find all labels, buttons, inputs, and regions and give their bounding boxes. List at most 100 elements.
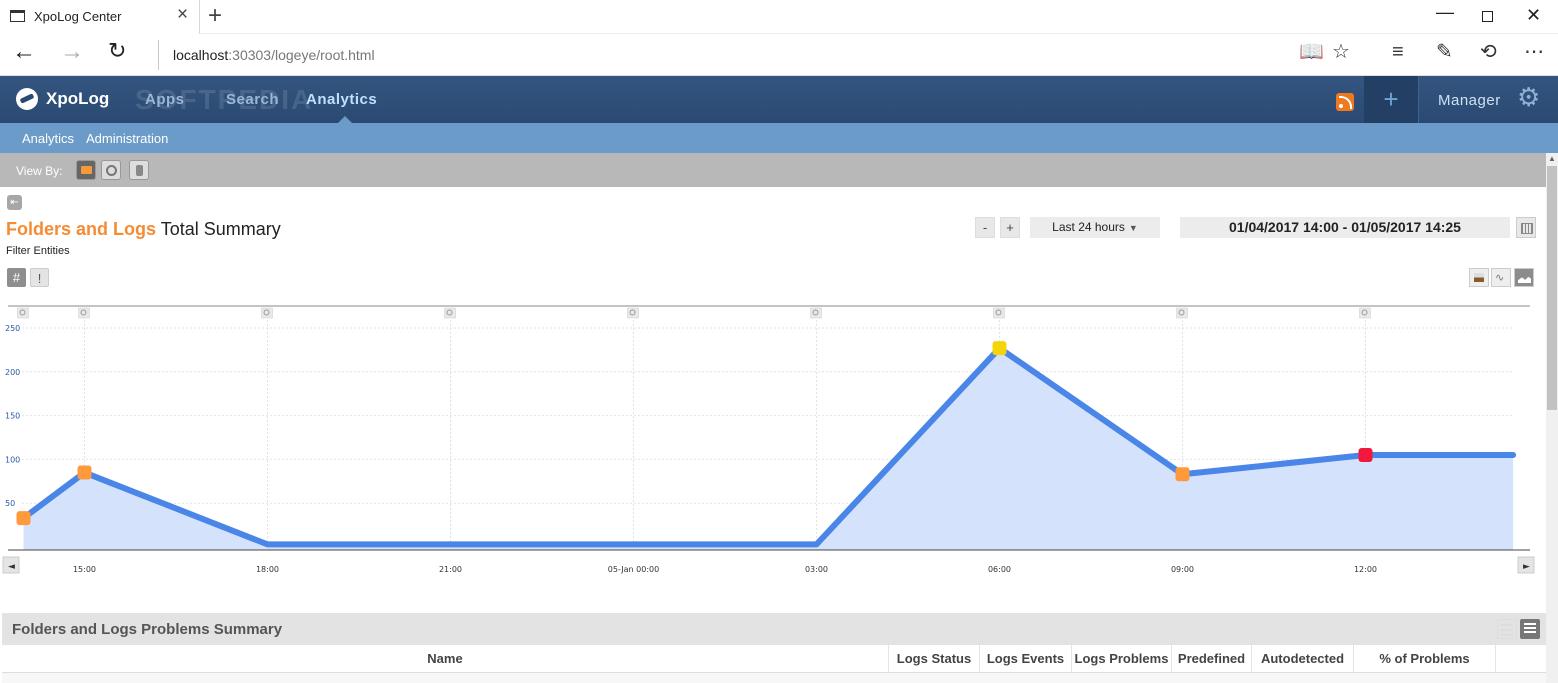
column-percent-problems[interactable]: % of Problems xyxy=(1353,645,1495,673)
reading-view-icon[interactable]: 📖 xyxy=(1299,42,1324,62)
x-tick-label: 21:00 xyxy=(439,565,462,574)
server-icon xyxy=(136,165,143,176)
filter-entities-link[interactable]: Filter Entities xyxy=(6,245,70,257)
address-bar: ← → ↻ localhost:30303/logeye/root.html 📖… xyxy=(0,34,1558,76)
zoom-icon xyxy=(993,307,1005,319)
app-header: XpoLog SOFTPEDIA Apps Search Analytics +… xyxy=(0,76,1558,123)
x-axis: 15:00 18:00 21:00 05-Jan 00:00 03:00 06:00 09:… xyxy=(73,565,1377,574)
line-chart-type-icon[interactable]: ∿ xyxy=(1491,268,1511,287)
summary-title-rest: Total Summary xyxy=(160,219,281,239)
data-point xyxy=(1175,467,1190,482)
sub-navigation: Analytics Administration xyxy=(0,123,1558,153)
x-tick-label: 18:00 xyxy=(256,565,279,574)
problems-view-button[interactable]: ! xyxy=(30,268,49,287)
zoom-out-button[interactable]: - xyxy=(975,217,995,238)
date-range-display[interactable]: 01/04/2017 14:00 - 01/05/2017 14:25 xyxy=(1180,217,1510,238)
summary-title: Folders and Logs Total Summary xyxy=(6,219,281,240)
favorite-star-icon[interactable]: ☆ xyxy=(1332,42,1350,62)
zoom-icon xyxy=(810,307,822,319)
column-name[interactable]: Name xyxy=(2,645,888,673)
xpolog-logo[interactable]: XpoLog xyxy=(16,88,109,110)
more-icon[interactable]: ⋯ xyxy=(1524,42,1544,62)
column-logs-status[interactable]: Logs Status xyxy=(888,645,979,673)
scroll-right-icon[interactable]: ► xyxy=(1523,562,1530,572)
manager-menu[interactable]: Manager ⚙ xyxy=(1418,76,1558,123)
summary-title-entity: Folders and Logs xyxy=(6,219,157,239)
column-extra xyxy=(1495,645,1546,673)
y-tick-label: 150 xyxy=(5,412,20,421)
x-tick-label: 12:00 xyxy=(1354,565,1377,574)
add-button[interactable]: + xyxy=(1364,76,1418,123)
calendar-icon[interactable] xyxy=(1516,217,1536,238)
collapse-icon[interactable]: ⇤ xyxy=(7,195,22,210)
nav-apps[interactable]: Apps xyxy=(145,91,185,108)
url-field[interactable]: localhost:30303/logeye/root.html xyxy=(158,40,375,70)
url-host: localhost xyxy=(173,47,229,63)
column-autodetected[interactable]: Autodetected xyxy=(1251,645,1353,673)
url-path: :30303/logeye/root.html xyxy=(228,47,375,63)
browser-tab[interactable]: XpoLog Center × xyxy=(0,0,200,34)
timeline-chart: 50 100 150 200 250 15:00 18:00 21:00 05-Jan 00:… xyxy=(2,305,1535,574)
view-by-folders-button[interactable] xyxy=(76,160,96,180)
y-tick-label: 200 xyxy=(5,368,20,377)
problems-summary-header: Folders and Logs Problems Summary xyxy=(2,613,1546,645)
data-point xyxy=(77,465,92,480)
zoom-in-button[interactable]: + xyxy=(1000,217,1020,238)
forward-icon[interactable]: → xyxy=(60,40,84,64)
chart-area xyxy=(20,345,1517,550)
detailed-list-view-icon[interactable] xyxy=(1520,619,1540,639)
new-tab-button[interactable]: + xyxy=(208,2,222,30)
area-chart-type-icon[interactable] xyxy=(1514,268,1534,287)
folder-icon xyxy=(81,166,92,174)
window-close-icon[interactable]: ✕ xyxy=(1526,5,1541,26)
column-logs-events[interactable]: Logs Events xyxy=(979,645,1071,673)
problems-summary-title: Folders and Logs Problems Summary xyxy=(12,621,283,638)
share-icon[interactable]: ⟲ xyxy=(1480,42,1497,62)
view-by-servers-button[interactable] xyxy=(129,160,149,180)
minimize-icon[interactable]: — xyxy=(1436,2,1454,23)
view-by-applications-button[interactable] xyxy=(101,160,121,180)
area-chart-glyph xyxy=(1518,276,1531,283)
active-nav-caret-icon xyxy=(338,116,352,123)
zoom-icon xyxy=(17,307,29,319)
bar-chart-glyph xyxy=(1474,273,1484,282)
logo-text: XpoLog xyxy=(46,89,110,108)
subnav-administration[interactable]: Administration xyxy=(86,131,168,146)
maximize-icon[interactable] xyxy=(1482,11,1493,22)
data-point xyxy=(992,341,1007,356)
count-view-button[interactable]: # xyxy=(7,268,26,287)
gear-icon[interactable]: ⚙ xyxy=(1517,84,1540,110)
nav-analytics[interactable]: Analytics xyxy=(306,91,377,108)
refresh-icon[interactable]: ↻ xyxy=(108,40,126,62)
x-tick-label: 06:00 xyxy=(988,565,1011,574)
nav-search[interactable]: Search xyxy=(226,91,279,108)
x-tick-label: 09:00 xyxy=(1171,565,1194,574)
browser-titlebar: XpoLog Center × + — ✕ xyxy=(0,0,1558,34)
x-tick-label: 15:00 xyxy=(73,565,96,574)
web-note-icon[interactable]: ✎ xyxy=(1436,42,1453,62)
tab-close-icon[interactable]: × xyxy=(177,5,188,24)
y-tick-label: 50 xyxy=(5,499,15,508)
page-scroll-thumb[interactable] xyxy=(1547,166,1557,410)
list-view-icon[interactable] xyxy=(1497,619,1517,639)
view-by-label: View By: xyxy=(16,164,63,178)
subnav-analytics[interactable]: Analytics xyxy=(22,131,74,146)
column-logs-problems[interactable]: Logs Problems xyxy=(1071,645,1171,673)
zoom-icon xyxy=(1176,307,1188,319)
y-axis: 50 100 150 200 250 xyxy=(5,324,20,508)
problems-table-header: Name Logs Status Logs Events Logs Proble… xyxy=(2,645,1546,673)
application-icon xyxy=(106,165,117,176)
page-icon xyxy=(10,10,25,22)
scroll-left-icon[interactable]: ◄ xyxy=(8,562,15,572)
zoom-icon xyxy=(78,307,90,319)
column-predefined[interactable]: Predefined xyxy=(1171,645,1251,673)
bar-chart-type-icon[interactable] xyxy=(1469,268,1489,287)
table-row[interactable] xyxy=(2,673,1546,683)
rss-icon[interactable] xyxy=(1336,93,1354,111)
time-range-select[interactable]: Last 24 hours ▼ xyxy=(1030,217,1160,238)
hub-icon[interactable]: ≡ xyxy=(1392,42,1404,62)
zoom-icons xyxy=(17,307,1371,319)
time-range-label: Last 24 hours xyxy=(1052,220,1125,234)
back-icon[interactable]: ← xyxy=(12,40,36,64)
scroll-up-icon[interactable]: ▲ xyxy=(1548,154,1556,163)
